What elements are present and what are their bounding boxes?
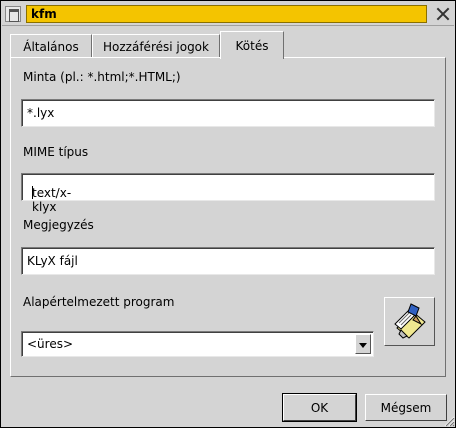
- window-menu-icon[interactable]: [5, 6, 21, 22]
- default-program-select[interactable]: <üres>: [21, 331, 374, 357]
- text-cursor: [32, 186, 33, 199]
- tab-access-rights-label: Hozzáférési jogok: [103, 40, 209, 54]
- mime-type-input[interactable]: text/x-klyx: [21, 173, 435, 214]
- tab-binding-label: Kötés: [235, 39, 269, 53]
- tab-general-label: Általános: [23, 40, 79, 54]
- title-bar[interactable]: kfm: [2, 2, 454, 26]
- mime-value: text/x-klyx: [32, 186, 72, 214]
- tab-access-rights[interactable]: Hozzáférési jogok: [92, 34, 220, 58]
- tab-general[interactable]: Általános: [10, 34, 92, 58]
- ok-button[interactable]: OK: [282, 393, 357, 422]
- default-program-value: <üres>: [27, 337, 74, 351]
- comment-input[interactable]: KLyX fájl: [21, 247, 435, 275]
- edit-file-icon: [394, 303, 426, 339]
- title-highlight: kfm: [26, 5, 427, 23]
- tab-binding[interactable]: Kötés: [220, 31, 284, 59]
- select-program-button[interactable]: [384, 297, 435, 346]
- comment-value: KLyX fájl: [27, 254, 78, 268]
- dialog-window: kfm Általános Hozzáférési jogok Kötés Mi…: [0, 0, 456, 428]
- chevron-down-icon[interactable]: [355, 334, 371, 354]
- pattern-value: *.lyx: [27, 106, 55, 120]
- window-title: kfm: [31, 7, 57, 21]
- cancel-button[interactable]: Mégsem: [365, 394, 447, 421]
- close-icon[interactable]: [434, 5, 452, 23]
- resize-grip-icon[interactable]: [443, 415, 455, 427]
- pattern-input[interactable]: *.lyx: [21, 99, 435, 127]
